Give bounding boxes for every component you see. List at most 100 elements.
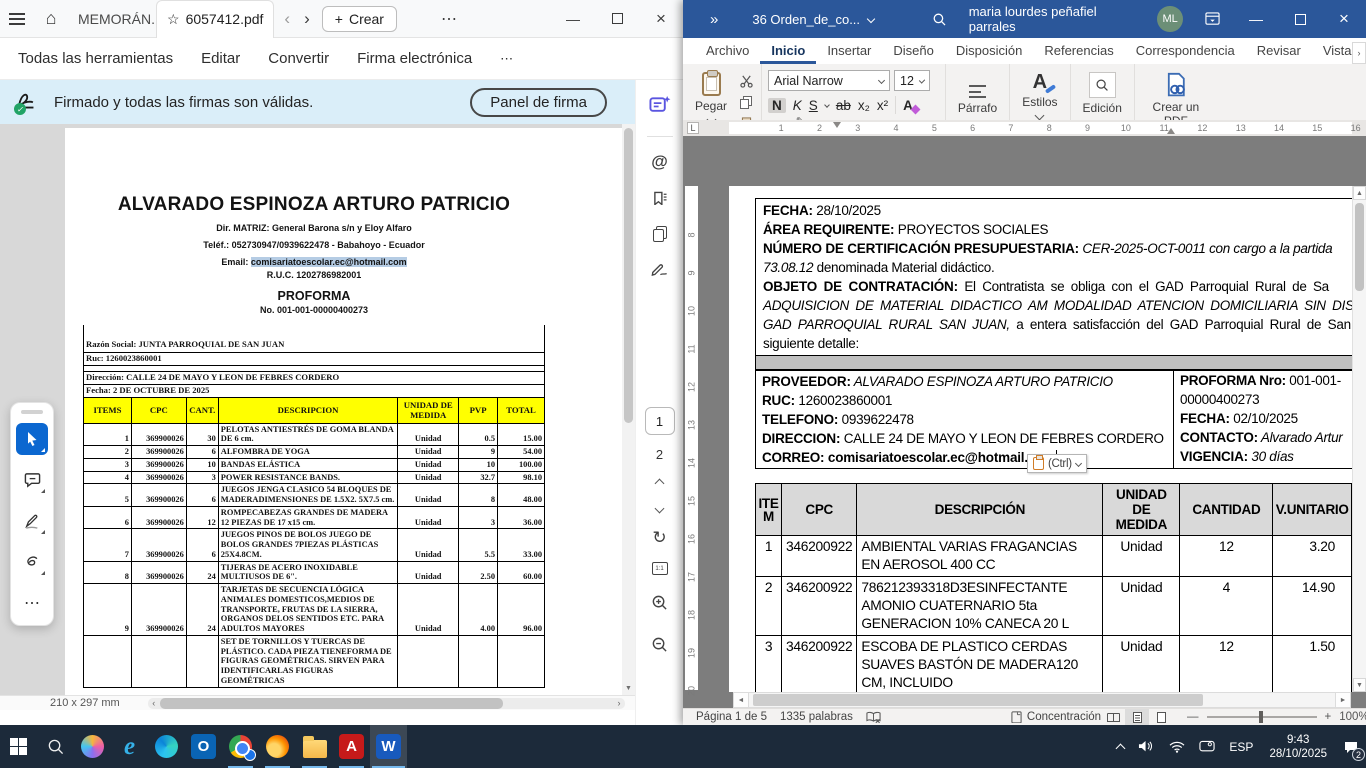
word-page[interactable]: FECHA: 28/10/2025 ÁREA REQUIRENTE: PROYE… (729, 186, 1352, 692)
pdf-vertical-scrollbar[interactable]: ▼ (622, 124, 635, 710)
document-title-dropdown[interactable]: 36 Orden_de_co... (752, 12, 874, 27)
file-explorer-button[interactable] (296, 725, 333, 768)
copilot-button[interactable] (74, 725, 111, 768)
menu-convert[interactable]: Convertir (268, 50, 329, 67)
superscript-button[interactable]: x² (877, 98, 888, 113)
internet-explorer-button[interactable]: e (111, 725, 148, 768)
menu-esign[interactable]: Firma electrónica (357, 50, 472, 67)
zoom-slider[interactable] (1207, 716, 1317, 718)
avatar[interactable]: ML (1157, 6, 1183, 32)
word-count[interactable]: 1335 palabras (780, 711, 853, 723)
tab-active-pdf[interactable]: ☆ 6057412.pdf (156, 0, 274, 38)
previous-page-icon[interactable] (655, 479, 665, 489)
comments-icon[interactable]: @ (644, 147, 676, 177)
indent-marker[interactable] (833, 122, 841, 128)
menu-edit[interactable]: Editar (201, 50, 240, 67)
scroll-left-icon[interactable]: ‹ (148, 698, 160, 708)
italic-button[interactable]: K (793, 98, 802, 113)
tab-revisar[interactable]: Revisar (1246, 40, 1312, 64)
scroll-left-icon[interactable]: ◄ (734, 693, 749, 707)
meet-now-icon[interactable] (1192, 725, 1222, 768)
tab-referencias[interactable]: Referencias (1033, 40, 1124, 64)
horizontal-ruler[interactable]: L 12345678910111213141516 (683, 120, 1366, 136)
edge-button[interactable] (148, 725, 185, 768)
signature-fields-icon[interactable] (644, 255, 676, 285)
acrobat-taskbar-button[interactable]: A (333, 725, 370, 768)
outlook-button[interactable]: O (185, 725, 222, 768)
scrollbar-thumb[interactable] (1355, 203, 1364, 291)
paste-options-button[interactable]: (Ctrl) (1027, 454, 1087, 473)
draw-tool[interactable] (16, 546, 48, 578)
close-button[interactable]: × (1322, 0, 1366, 38)
zoom-out-icon[interactable]: — (1187, 711, 1199, 723)
rotate-page-icon[interactable]: ↻ (652, 528, 666, 548)
taskbar-search-button[interactable] (37, 725, 74, 768)
font-size-select[interactable]: 12 (894, 70, 930, 91)
scroll-up-icon[interactable]: ▲ (1353, 186, 1366, 200)
word-vertical-scrollbar[interactable]: ▲ ▼ (1352, 186, 1366, 692)
scroll-down-icon[interactable]: ▼ (622, 685, 635, 692)
print-layout-icon[interactable] (1125, 709, 1149, 726)
maximize-button[interactable] (595, 0, 639, 38)
focus-mode-button[interactable]: Concentración (1011, 711, 1101, 724)
actual-size-icon[interactable]: 1:1 (652, 562, 668, 575)
maximize-button[interactable] (1278, 0, 1322, 38)
chrome-button[interactable] (222, 725, 259, 768)
ribbon-display-options-icon[interactable] (1191, 12, 1234, 25)
tab-archivo[interactable]: Archivo (695, 40, 760, 64)
scroll-down-icon[interactable]: ▼ (1353, 678, 1366, 692)
search-box[interactable]: maria lourdes peñafiel parrales (932, 4, 1143, 34)
current-page-indicator[interactable]: 1 (645, 407, 675, 435)
language-indicator[interactable]: ESP (1222, 725, 1260, 768)
bold-button[interactable]: N (768, 98, 786, 113)
minimize-button[interactable]: — (1234, 0, 1278, 38)
tab-insertar[interactable]: Insertar (816, 40, 882, 64)
proofing-icon[interactable] (866, 711, 881, 723)
web-layout-icon[interactable] (1149, 709, 1173, 726)
page-indicator[interactable]: Página 1 de 5 (696, 711, 767, 723)
comment-tool[interactable] (16, 464, 48, 496)
tab-disposicion[interactable]: Disposición (945, 40, 1033, 64)
firefox-button[interactable] (259, 725, 296, 768)
back-icon[interactable]: ‹ (284, 9, 290, 29)
menu-all-tools[interactable]: Todas las herramientas (18, 50, 173, 67)
scrollbar-thumb[interactable] (753, 694, 1203, 706)
action-center-button[interactable]: 2 (1336, 725, 1366, 768)
pdf-horizontal-scrollbar[interactable]: ‹ › (148, 698, 625, 709)
subscript-button[interactable]: x₂ (858, 98, 870, 113)
tray-overflow-icon[interactable] (1110, 725, 1131, 768)
close-button[interactable]: × (639, 0, 683, 38)
bookmarks-icon[interactable] (644, 183, 676, 213)
star-icon[interactable]: ☆ (167, 11, 180, 28)
tab-correspondencia[interactable]: Correspondencia (1125, 40, 1246, 64)
cut-button[interactable] (737, 73, 755, 89)
signature-panel-button[interactable]: Panel de firma (470, 88, 607, 117)
create-button[interactable]: + Crear (322, 6, 397, 32)
tools-more-icon[interactable]: ⋯ (16, 587, 48, 619)
home-icon[interactable]: ⌂ (34, 0, 68, 38)
next-page-icon[interactable] (655, 504, 665, 514)
zoom-in-icon[interactable]: + (1325, 711, 1332, 723)
zoom-in-icon[interactable] (644, 587, 676, 617)
underline-options-icon[interactable] (824, 102, 830, 108)
tab-diseno[interactable]: Diseño (882, 40, 944, 64)
select-tool[interactable] (16, 423, 48, 455)
scroll-right-icon[interactable]: ► (1335, 693, 1350, 707)
vertical-ruler[interactable]: 891011121314151617181920 (685, 186, 698, 690)
menu-more-icon[interactable]: ⋯ (500, 51, 513, 67)
wifi-icon[interactable] (1162, 725, 1192, 768)
drag-handle[interactable] (21, 410, 43, 414)
scrollbar-thumb[interactable] (160, 698, 504, 709)
word-taskbar-button[interactable]: W (370, 725, 407, 768)
strikethrough-button[interactable]: ab (836, 98, 851, 113)
scroll-right-icon[interactable]: › (613, 698, 625, 708)
scrollbar-thumb[interactable] (624, 128, 633, 423)
tab-stop-selector[interactable]: L (687, 122, 699, 134)
word-horizontal-scrollbar[interactable]: ◄ ► (733, 692, 1351, 708)
zoom-out-icon[interactable] (644, 629, 676, 659)
indent-marker[interactable] (1167, 128, 1175, 134)
zoom-slider-thumb[interactable] (1259, 711, 1263, 723)
tab-scroll-right-icon[interactable]: › (1352, 42, 1366, 64)
more-options-icon[interactable]: ⋯ (441, 9, 458, 29)
forward-icon[interactable]: › (304, 9, 310, 29)
